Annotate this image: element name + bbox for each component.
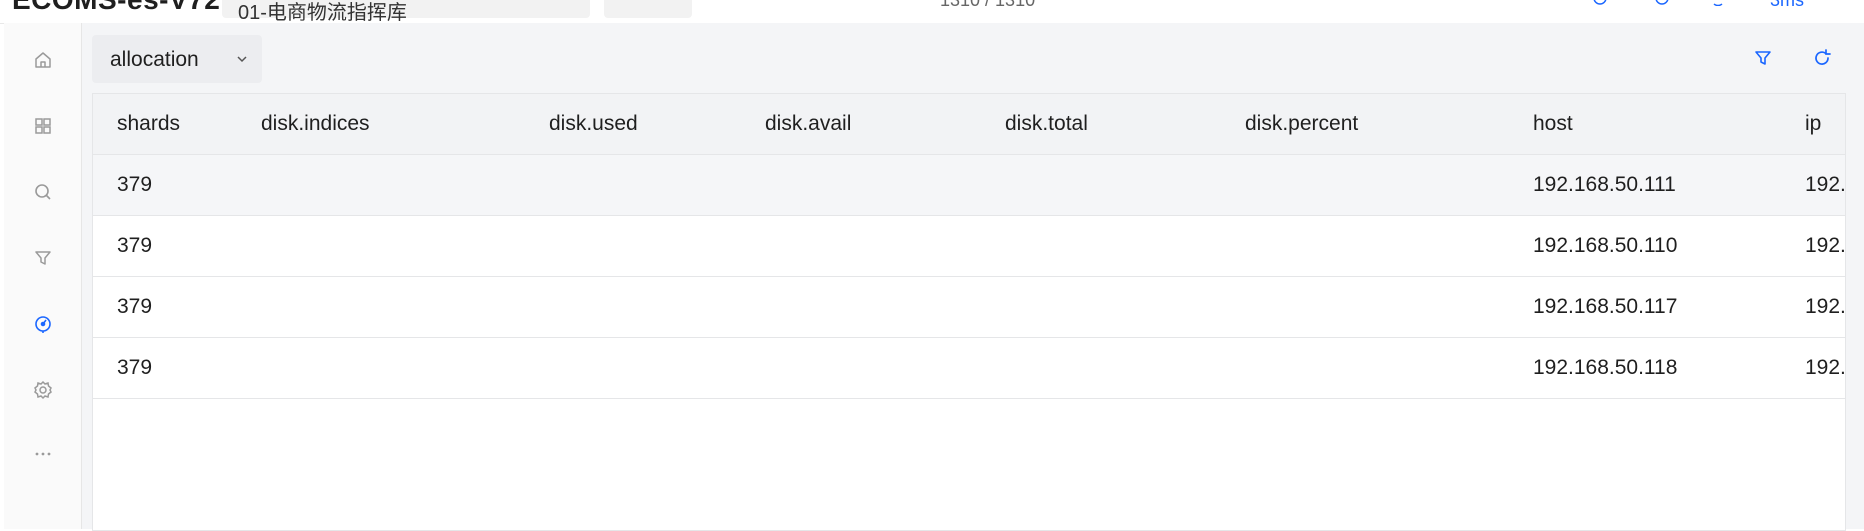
cell-shards: 379	[93, 215, 237, 277]
help-icon[interactable]	[1654, 0, 1670, 6]
filter-icon[interactable]	[1752, 47, 1774, 69]
view-select-value: allocation	[110, 48, 199, 71]
cluster-select[interactable]: 01-电商物流指挥库	[222, 0, 590, 23]
table-row[interactable]: 379 192.168.50.111 192.168.50.111	[93, 154, 1845, 216]
search-icon[interactable]	[32, 181, 54, 203]
column-header-disk-percent[interactable]: disk.percent	[1221, 94, 1509, 155]
table-row[interactable]: 379 192.168.50.110 192.168.50.110	[93, 215, 1845, 277]
more-icon[interactable]	[32, 443, 54, 465]
cell-disk-avail	[741, 215, 981, 277]
cell-host: 192.168.50.110	[1509, 215, 1781, 277]
column-header-disk-total[interactable]: disk.total	[981, 94, 1221, 155]
column-header-shards[interactable]: shards	[93, 94, 237, 155]
column-header-host[interactable]: host	[1509, 94, 1781, 155]
view-select[interactable]: allocation	[92, 35, 262, 83]
cell-disk-used	[525, 154, 741, 216]
cell-disk-indices	[237, 337, 525, 399]
refresh-icon[interactable]	[1811, 47, 1833, 69]
cell-ip: 192.168.50.118	[1781, 337, 1845, 399]
cluster-select-value: 01-电商物流指挥库	[238, 2, 407, 24]
cell-disk-percent	[1221, 276, 1509, 338]
column-header-ip[interactable]: ip	[1781, 94, 1845, 155]
bell-icon[interactable]	[1592, 0, 1608, 6]
dashboard-icon[interactable]	[32, 313, 54, 335]
column-header-disk-used[interactable]: disk.used	[525, 94, 741, 155]
main-panel: allocation shards disk.indices disk.used…	[82, 23, 1864, 531]
cell-host: 192.168.50.117	[1509, 276, 1781, 338]
cell-shards: 379	[93, 154, 237, 216]
cell-ip: 192.168.50.111	[1781, 154, 1845, 216]
cell-disk-used	[525, 276, 741, 338]
cell-disk-total	[981, 276, 1221, 338]
cell-disk-percent	[1221, 337, 1509, 399]
allocation-table: shards disk.indices disk.used disk.avail…	[92, 93, 1846, 531]
cell-disk-avail	[741, 337, 981, 399]
gear-icon[interactable]	[32, 379, 54, 401]
table-row[interactable]: 379 192.168.50.117 192.168.50.117	[93, 276, 1845, 338]
sidebar	[4, 23, 82, 529]
filter-icon[interactable]	[32, 247, 54, 269]
cell-disk-indices	[237, 215, 525, 277]
cell-disk-total	[981, 337, 1221, 399]
cell-disk-percent	[1221, 154, 1509, 216]
cell-host: 192.168.50.111	[1509, 154, 1781, 216]
home-icon[interactable]	[32, 49, 54, 71]
chevron-down-icon	[235, 52, 249, 66]
cell-disk-used	[525, 215, 741, 277]
cell-ip: 192.168.50.110	[1781, 215, 1845, 277]
cell-disk-avail	[741, 276, 981, 338]
column-header-disk-indices[interactable]: disk.indices	[237, 94, 525, 155]
cell-disk-used	[525, 337, 741, 399]
cell-disk-total	[981, 215, 1221, 277]
table-header-row: shards disk.indices disk.used disk.avail…	[93, 94, 1845, 155]
user-label[interactable]: 3ms	[1770, 0, 1830, 10]
app-title: ECOMS-es-V72	[12, 0, 220, 16]
cell-disk-indices	[237, 276, 525, 338]
cell-disk-indices	[237, 154, 525, 216]
theme-icon[interactable]	[1710, 0, 1726, 7]
cell-shards: 379	[93, 276, 237, 338]
refresh-top-button[interactable]	[604, 0, 692, 18]
cell-ip: 192.168.50.117	[1781, 276, 1845, 338]
table-row[interactable]: 379 192.168.50.118 192.168.50.118	[93, 337, 1845, 399]
cell-host: 192.168.50.118	[1509, 337, 1781, 399]
top-bar: ECOMS-es-V72 01-电商物流指挥库 1310 / 1310 3ms	[0, 0, 1864, 24]
cell-shards: 379	[93, 337, 237, 399]
grid-icon[interactable]	[32, 115, 54, 137]
cell-disk-percent	[1221, 215, 1509, 277]
cell-disk-total	[981, 154, 1221, 216]
top-status-text: 1310 / 1310	[940, 0, 1036, 10]
cell-disk-avail	[741, 154, 981, 216]
column-header-disk-avail[interactable]: disk.avail	[741, 94, 981, 155]
